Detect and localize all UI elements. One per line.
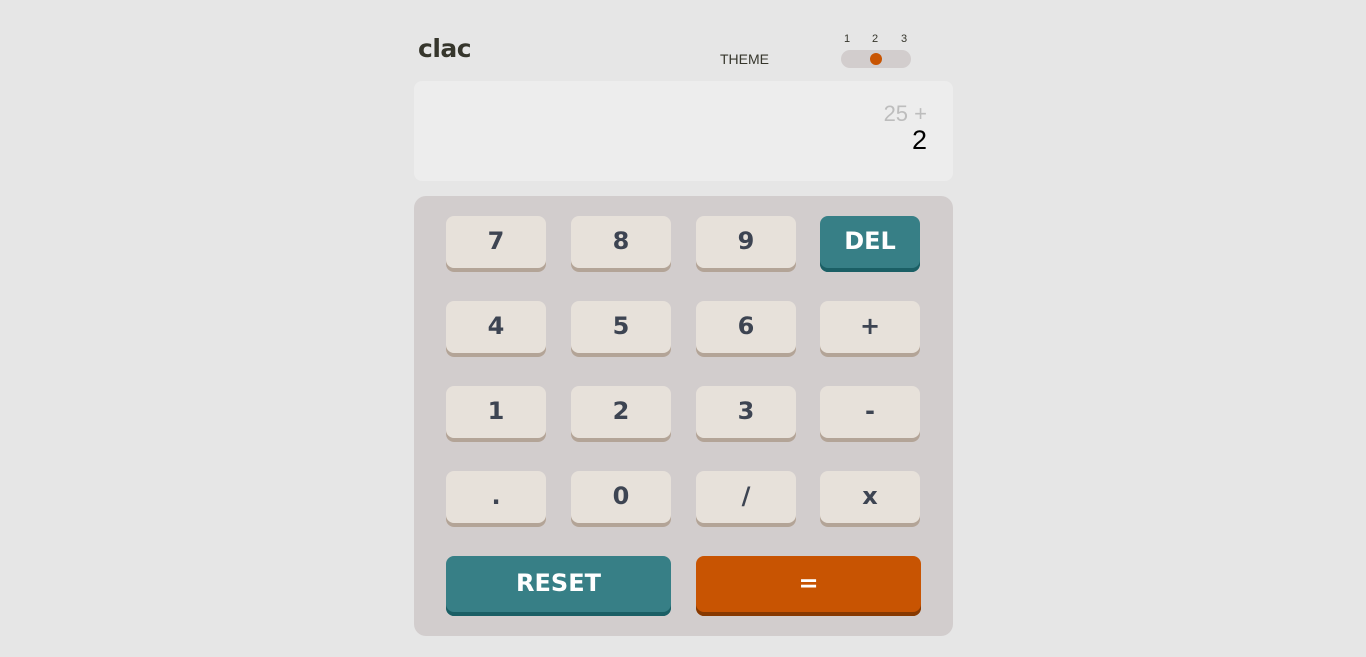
theme-label: THEME bbox=[720, 51, 769, 67]
key-9[interactable]: 9 bbox=[696, 216, 796, 272]
delete-button[interactable]: DEL bbox=[820, 216, 920, 272]
calculator-header: clac THEME 1 2 3 bbox=[414, 0, 953, 80]
reset-button[interactable]: RESET bbox=[446, 556, 671, 616]
multiply-button[interactable]: x bbox=[820, 471, 920, 527]
current-value: 2 bbox=[911, 125, 927, 155]
divide-button[interactable]: / bbox=[696, 471, 796, 527]
previous-expression: 25 + bbox=[883, 101, 927, 126]
add-button[interactable]: + bbox=[820, 301, 920, 357]
theme-toggle-track[interactable] bbox=[841, 50, 911, 68]
theme-number-3: 3 bbox=[900, 33, 908, 45]
equals-button[interactable]: = bbox=[696, 556, 921, 616]
key-8[interactable]: 8 bbox=[571, 216, 671, 272]
theme-toggle-knob[interactable] bbox=[870, 53, 882, 65]
key-2[interactable]: 2 bbox=[571, 386, 671, 442]
subtract-button[interactable]: - bbox=[820, 386, 920, 442]
theme-numbers: 1 2 3 bbox=[841, 32, 911, 46]
key-5[interactable]: 5 bbox=[571, 301, 671, 357]
key-4[interactable]: 4 bbox=[446, 301, 546, 357]
calculator-app: clac THEME 1 2 3 25 + 2 RESET = 7 8 9 DEL 4 5… bbox=[414, 0, 953, 657]
key-6[interactable]: 6 bbox=[696, 301, 796, 357]
calculator-display: 25 + 2 bbox=[414, 81, 953, 181]
theme-switcher: 1 2 3 bbox=[841, 32, 911, 72]
keypad: RESET = 7 8 9 DEL 4 5 6 +1 2 3-. 0 / x bbox=[414, 196, 953, 636]
decimal-button[interactable]: . bbox=[446, 471, 546, 527]
key-1[interactable]: 1 bbox=[446, 386, 546, 442]
key-7[interactable]: 7 bbox=[446, 216, 546, 272]
key-3[interactable]: 3 bbox=[696, 386, 796, 442]
key-0[interactable]: 0 bbox=[571, 471, 671, 527]
theme-number-2: 2 bbox=[871, 33, 879, 45]
theme-number-1: 1 bbox=[843, 33, 851, 45]
app-logo: clac bbox=[418, 34, 472, 63]
